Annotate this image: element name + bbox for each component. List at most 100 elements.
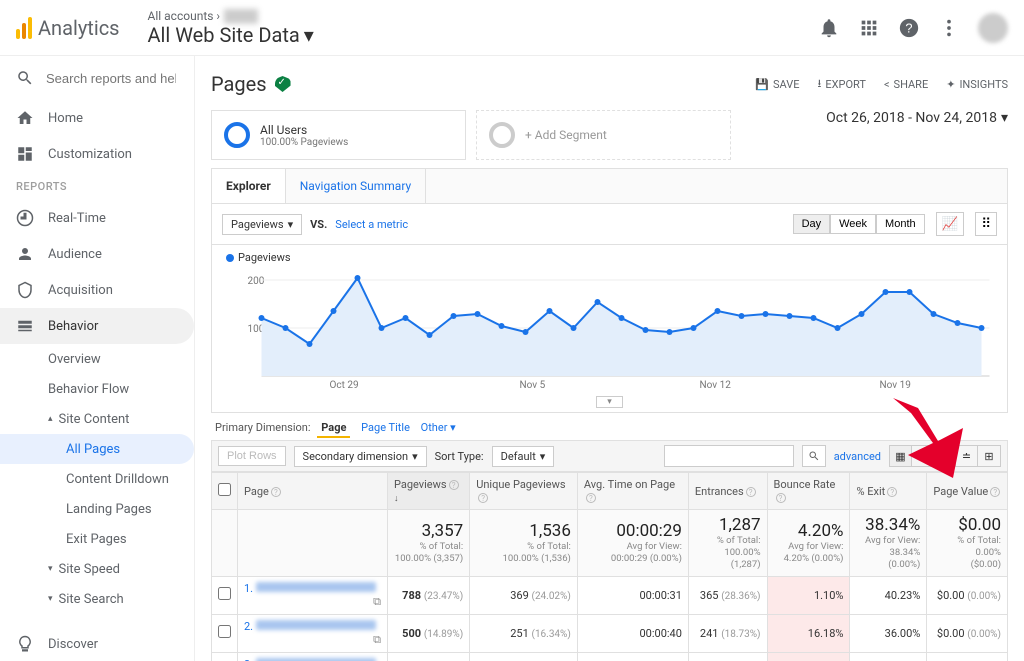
col-avgtime[interactable]: Avg. Time on Page? <box>577 473 688 510</box>
granularity-month[interactable]: Month <box>876 214 925 234</box>
cell-unique: 251 (16.34%) <box>470 614 578 652</box>
external-link-icon[interactable]: ⧉ <box>373 633 381 647</box>
table-row[interactable]: 1. ⧉788 (23.47%)369 (24.02%)00:00:31365 … <box>212 576 1008 614</box>
cell-pageviews: 788 (23.47%) <box>387 576 469 614</box>
help-icon[interactable]: ? <box>746 487 756 497</box>
table-row[interactable]: 2. ⧉500 (14.89%)251 (16.34%)00:00:40241 … <box>212 614 1008 652</box>
col-bounce[interactable]: Bounce Rate? <box>767 473 850 510</box>
tab-navigation-summary[interactable]: Navigation Summary <box>286 169 426 203</box>
view-performance-icon[interactable]: ≡ <box>934 446 956 466</box>
save-icon: 💾 <box>755 78 769 91</box>
nav-label: Site Content <box>59 412 130 427</box>
cell-pagevalue: $0.00 (0.00%) <box>927 652 1008 661</box>
help-icon[interactable]: ? <box>898 17 920 39</box>
granularity-week[interactable]: Week <box>830 214 876 234</box>
view-table-icon[interactable]: ▦ <box>890 446 912 466</box>
user-avatar[interactable] <box>978 13 1008 43</box>
nav-site-search[interactable]: ▾Site Search <box>0 584 194 614</box>
select-metric-link[interactable]: Select a metric <box>335 218 408 231</box>
product-logo[interactable]: Analytics <box>16 16 120 40</box>
col-pageviews[interactable]: Pageviews? ↓ <box>387 473 469 510</box>
share-button[interactable]: <SHARE <box>884 75 928 94</box>
dashboard-icon <box>16 145 34 163</box>
view-selector[interactable]: All Web Site Data ▾ <box>148 23 314 47</box>
home-icon <box>16 109 34 127</box>
more-vert-icon[interactable] <box>938 17 960 39</box>
nav-discover[interactable]: Discover <box>0 626 194 661</box>
nav-acquisition[interactable]: Acquisition <box>0 272 194 308</box>
nav-content-drilldown[interactable]: Content Drilldown <box>0 464 194 494</box>
dim-other[interactable]: Other ▾ <box>421 421 456 434</box>
nav-label: Customization <box>48 147 132 162</box>
help-icon[interactable]: ? <box>478 493 488 503</box>
sort-type-dropdown[interactable]: Default ▾ <box>492 446 555 467</box>
nav-behavior-flow[interactable]: Behavior Flow <box>0 374 194 404</box>
help-icon[interactable]: ? <box>586 493 596 503</box>
primary-metric-dropdown[interactable]: Pageviews▾ <box>222 214 302 235</box>
segment-name: All Users <box>260 123 348 137</box>
chart-type-line-icon[interactable]: 📈 <box>936 212 965 236</box>
save-button[interactable]: 💾SAVE <box>755 75 799 94</box>
col-entrances[interactable]: Entrances? <box>688 473 767 510</box>
tab-explorer[interactable]: Explorer <box>212 169 286 203</box>
nav-behavior[interactable]: Behavior <box>0 308 194 344</box>
pageviews-chart[interactable]: 200 100 Oct 29 Nov 5 Nov 12 Nov 19 <box>226 264 993 389</box>
plot-rows-button[interactable]: Plot Rows <box>218 446 286 466</box>
breadcrumb[interactable]: All accounts › ████ All Web Site Data ▾ <box>148 9 314 47</box>
search-input[interactable] <box>46 71 176 86</box>
row-checkbox[interactable] <box>218 587 231 600</box>
nav-audience[interactable]: Audience <box>0 236 194 272</box>
view-comparison-icon[interactable]: ≐ <box>956 446 978 466</box>
chevron-down-icon: ▾ <box>304 23 314 47</box>
nav-behavior-overview[interactable]: Overview <box>0 344 194 374</box>
segment-all-users[interactable]: All Users 100.00% Pageviews <box>211 110 466 160</box>
row-checkbox[interactable] <box>218 625 231 638</box>
advanced-filter-link[interactable]: advanced <box>834 450 881 463</box>
col-pagevalue[interactable]: Page Value? <box>927 473 1008 510</box>
apps-grid-icon[interactable] <box>858 17 880 39</box>
cell-unique: 120 (7.81%) <box>470 652 578 661</box>
sidebar-search[interactable] <box>0 56 194 100</box>
cell-bounce: 1.10% <box>767 576 850 614</box>
dim-page-title[interactable]: Page Title <box>361 421 410 434</box>
nav-landing-pages[interactable]: Landing Pages <box>0 494 194 524</box>
cell-page[interactable]: 1. ⧉ <box>238 576 388 614</box>
date-range-picker[interactable]: Oct 26, 2018 - Nov 24, 2018 ▾ <box>826 110 1008 126</box>
page-path-redacted <box>256 582 376 592</box>
help-icon[interactable]: ? <box>449 480 459 490</box>
help-icon[interactable]: ? <box>887 487 897 497</box>
col-page[interactable]: Page? <box>238 473 388 510</box>
chart-expand-handle[interactable]: ▾ <box>596 396 623 408</box>
cell-avgtime: 00:00:31 <box>577 576 688 614</box>
table-search-button[interactable] <box>802 445 826 467</box>
export-button[interactable]: ⭳EXPORT <box>818 75 866 94</box>
view-pivot-icon[interactable]: ⊞ <box>978 446 1000 466</box>
col-unique[interactable]: Unique Pageviews? <box>470 473 578 510</box>
nav-home[interactable]: Home <box>0 100 194 136</box>
cell-page[interactable]: 3. ⧉ <box>238 652 388 661</box>
select-all-checkbox[interactable] <box>218 483 231 496</box>
help-icon[interactable]: ? <box>776 493 786 503</box>
add-segment[interactable]: + Add Segment <box>476 110 731 160</box>
nav-site-content[interactable]: ▴Site Content <box>0 404 194 434</box>
nav-exit-pages[interactable]: Exit Pages <box>0 524 194 554</box>
granularity-day[interactable]: Day <box>793 214 831 234</box>
cell-page[interactable]: 2. ⧉ <box>238 614 388 652</box>
notifications-icon[interactable] <box>818 17 840 39</box>
nav-realtime[interactable]: Real-Time <box>0 200 194 236</box>
nav-customization[interactable]: Customization <box>0 136 194 172</box>
help-icon[interactable]: ? <box>271 487 281 497</box>
nav-site-speed[interactable]: ▾Site Speed <box>0 554 194 584</box>
secondary-dimension-dropdown[interactable]: Secondary dimension ▾ <box>294 446 427 467</box>
chart-type-motion-icon[interactable]: ⠿ <box>975 212 997 236</box>
table-search-input[interactable] <box>664 445 794 467</box>
col-exit[interactable]: % Exit? <box>850 473 927 510</box>
help-icon[interactable]: ? <box>990 487 1000 497</box>
external-link-icon[interactable]: ⧉ <box>373 595 381 609</box>
nav-all-pages[interactable]: All Pages <box>0 434 194 464</box>
view-pie-icon[interactable]: ◔ <box>912 446 934 466</box>
insights-button[interactable]: ✦INSIGHTS <box>946 75 1008 94</box>
dim-page[interactable]: Page <box>317 419 350 438</box>
total-avgtime: 00:00:29 <box>584 521 682 541</box>
table-row[interactable]: 3. ⧉249 (7.42%)120 (7.81%)00:00:27115 (8… <box>212 652 1008 661</box>
